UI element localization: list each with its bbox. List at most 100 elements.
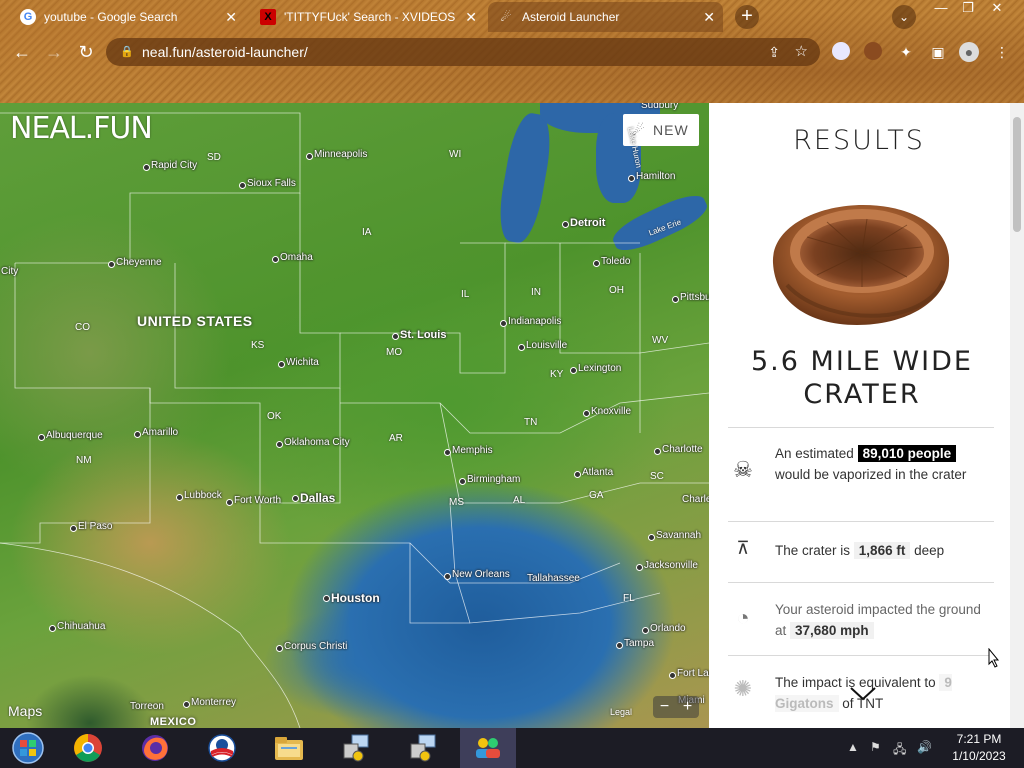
country-label: MEXICO bbox=[150, 716, 197, 728]
city-label: Jacksonville bbox=[636, 560, 698, 571]
chrome-icon[interactable] bbox=[60, 728, 116, 768]
panel-scrollbar[interactable] bbox=[1010, 103, 1024, 728]
city-label: Orlando bbox=[642, 623, 686, 634]
network-setup-icon[interactable] bbox=[395, 728, 451, 768]
city-label: Charlotte bbox=[654, 444, 703, 455]
state-label: MS bbox=[449, 497, 464, 508]
scroll-down-chevron-icon[interactable] bbox=[849, 684, 877, 704]
city-label: Pittsbu bbox=[672, 292, 709, 303]
network-icon[interactable]: 🖧 bbox=[893, 740, 906, 761]
forward-arrow-icon[interactable]: → bbox=[42, 40, 66, 64]
state-label: GA bbox=[589, 490, 604, 501]
city-label: Hamilton bbox=[627, 171, 676, 182]
state-label: WV bbox=[652, 335, 669, 346]
result-post: would be vaporized in the crater bbox=[775, 467, 967, 482]
state-label: IN bbox=[531, 287, 541, 298]
state-label: WI bbox=[449, 149, 462, 160]
city-label: Amarillo bbox=[133, 427, 179, 438]
zoom-in-button[interactable]: + bbox=[683, 696, 692, 718]
city-label: St. Louis bbox=[391, 329, 447, 341]
extension-icon[interactable] bbox=[832, 42, 850, 60]
results-panel: RESULTS 5.6 MILE WIDE CRATER ☠ An estima… bbox=[709, 103, 1024, 728]
google-icon: G bbox=[20, 9, 36, 25]
action-center-flag-icon[interactable]: ⚑ bbox=[870, 740, 881, 754]
divider bbox=[728, 521, 994, 522]
address-bar[interactable]: 🔒 neal.fun/asteroid-launcher/ ⇪ ☆ bbox=[106, 38, 820, 66]
city-label: Indianapolis bbox=[499, 316, 562, 327]
lock-icon[interactable]: 🔒 bbox=[120, 38, 134, 66]
city-label: Fort Worth bbox=[225, 495, 282, 506]
tab-strip: G youtube - Google Search ✕ X 'TITTYFUck… bbox=[0, 0, 1024, 34]
tab-asteroid-launcher[interactable]: ☄ Asteroid Launcher ✕ bbox=[488, 2, 723, 32]
extension-icon[interactable] bbox=[864, 42, 882, 60]
results-title: RESULTS bbox=[793, 125, 925, 156]
result-pre: The crater is bbox=[775, 543, 851, 558]
zoom-out-button[interactable]: − bbox=[660, 696, 669, 718]
tab-title: Asteroid Launcher bbox=[522, 10, 620, 24]
network-setup-icon[interactable] bbox=[328, 728, 384, 768]
city-label: Knoxville bbox=[582, 406, 632, 417]
file-explorer-icon[interactable] bbox=[261, 728, 317, 768]
city-label: Memphis bbox=[444, 445, 493, 456]
city-label: Oklahoma City bbox=[276, 437, 350, 448]
result-row-depth: ⊼ The crater is 1,866 ft deep bbox=[728, 538, 994, 564]
minimize-icon[interactable]: — bbox=[926, 0, 956, 18]
result-text: An estimated 89,010 people would be vapo… bbox=[775, 443, 990, 485]
city-label: Tampa bbox=[615, 638, 655, 649]
profile-avatar[interactable]: ● bbox=[959, 42, 979, 62]
city-label: Omaha bbox=[272, 252, 313, 263]
state-label: KS bbox=[251, 340, 265, 351]
close-tab-icon[interactable]: ✕ bbox=[703, 9, 715, 26]
city-label: Savannah bbox=[647, 530, 702, 541]
state-label: AL bbox=[513, 495, 526, 506]
city-label: Tallahassee bbox=[527, 573, 580, 584]
users-icon[interactable] bbox=[460, 728, 516, 768]
scrollbar-thumb[interactable] bbox=[1013, 117, 1021, 232]
back-arrow-icon[interactable]: ← bbox=[10, 40, 34, 64]
show-hidden-icons-icon[interactable]: ▲ bbox=[847, 740, 859, 754]
city-label: Atlanta bbox=[573, 467, 614, 478]
city-label: New Orleans bbox=[444, 569, 510, 580]
url-text: neal.fun/asteroid-launcher/ bbox=[142, 44, 308, 60]
city-label: Dallas bbox=[291, 491, 336, 505]
divider bbox=[728, 655, 994, 656]
result-text: The impact is equivalent to 9 Gigatons o… bbox=[775, 672, 990, 714]
zoom-control: − + bbox=[653, 696, 699, 718]
share-icon[interactable]: ⇪ bbox=[768, 38, 780, 66]
asteroid-icon: ☄ bbox=[500, 10, 512, 24]
new-tab-button[interactable]: + bbox=[735, 5, 759, 29]
apple-maps-attribution[interactable]: Maps bbox=[8, 703, 42, 719]
puzzle-icon[interactable]: ✦ bbox=[896, 42, 916, 62]
side-panel-icon[interactable]: ▣ bbox=[928, 42, 948, 62]
bookmark-star-icon[interactable]: ☆ bbox=[795, 38, 808, 66]
new-label: NEW bbox=[653, 122, 689, 138]
city-label: Sioux Falls bbox=[239, 178, 296, 189]
legal-link[interactable]: Legal bbox=[610, 707, 632, 717]
tab-search-button[interactable]: ⌄ bbox=[892, 5, 916, 29]
system-clock[interactable]: 7:21 PM 1/10/2023 bbox=[944, 731, 1014, 765]
tab-xvideos[interactable]: X 'TITTYFUck' Search - XVIDEOS ✕ bbox=[250, 2, 485, 32]
result-value: 89,010 people bbox=[857, 445, 957, 462]
tab-google-search[interactable]: G youtube - Google Search ✕ bbox=[10, 2, 245, 32]
close-window-icon[interactable]: ✕ bbox=[982, 0, 1012, 18]
reload-icon[interactable]: ↻ bbox=[74, 40, 98, 64]
state-label: CO bbox=[75, 322, 90, 333]
city-label: City bbox=[1, 266, 19, 277]
city-label: Albuquerque bbox=[38, 430, 103, 441]
map-view[interactable]: NEAL.FUN ☄ NEW UNITED STATES MEXICO SD W… bbox=[0, 103, 709, 728]
menu-dots-icon[interactable]: ⋮ bbox=[992, 42, 1012, 62]
state-label: OH bbox=[609, 285, 624, 296]
restore-icon[interactable]: ❐ bbox=[953, 0, 983, 18]
close-tab-icon[interactable]: ✕ bbox=[465, 9, 477, 26]
crater-heading-line: 5.6 MILE WIDE bbox=[751, 346, 973, 377]
volume-icon[interactable]: 🔊 bbox=[917, 740, 932, 754]
windows-start-icon[interactable] bbox=[0, 728, 56, 768]
obama-logo-icon[interactable] bbox=[194, 728, 250, 768]
xvideos-icon: X bbox=[260, 9, 276, 25]
close-tab-icon[interactable]: ✕ bbox=[225, 9, 237, 26]
neal-fun-logo[interactable]: NEAL.FUN bbox=[10, 111, 153, 146]
city-label: Chihuahua bbox=[48, 621, 106, 632]
windows-taskbar: ▲ ⚑ 🖧 🔊 7:21 PM 1/10/2023 bbox=[0, 728, 1024, 768]
firefox-icon[interactable] bbox=[127, 728, 183, 768]
clock-date: 1/10/2023 bbox=[952, 749, 1006, 763]
